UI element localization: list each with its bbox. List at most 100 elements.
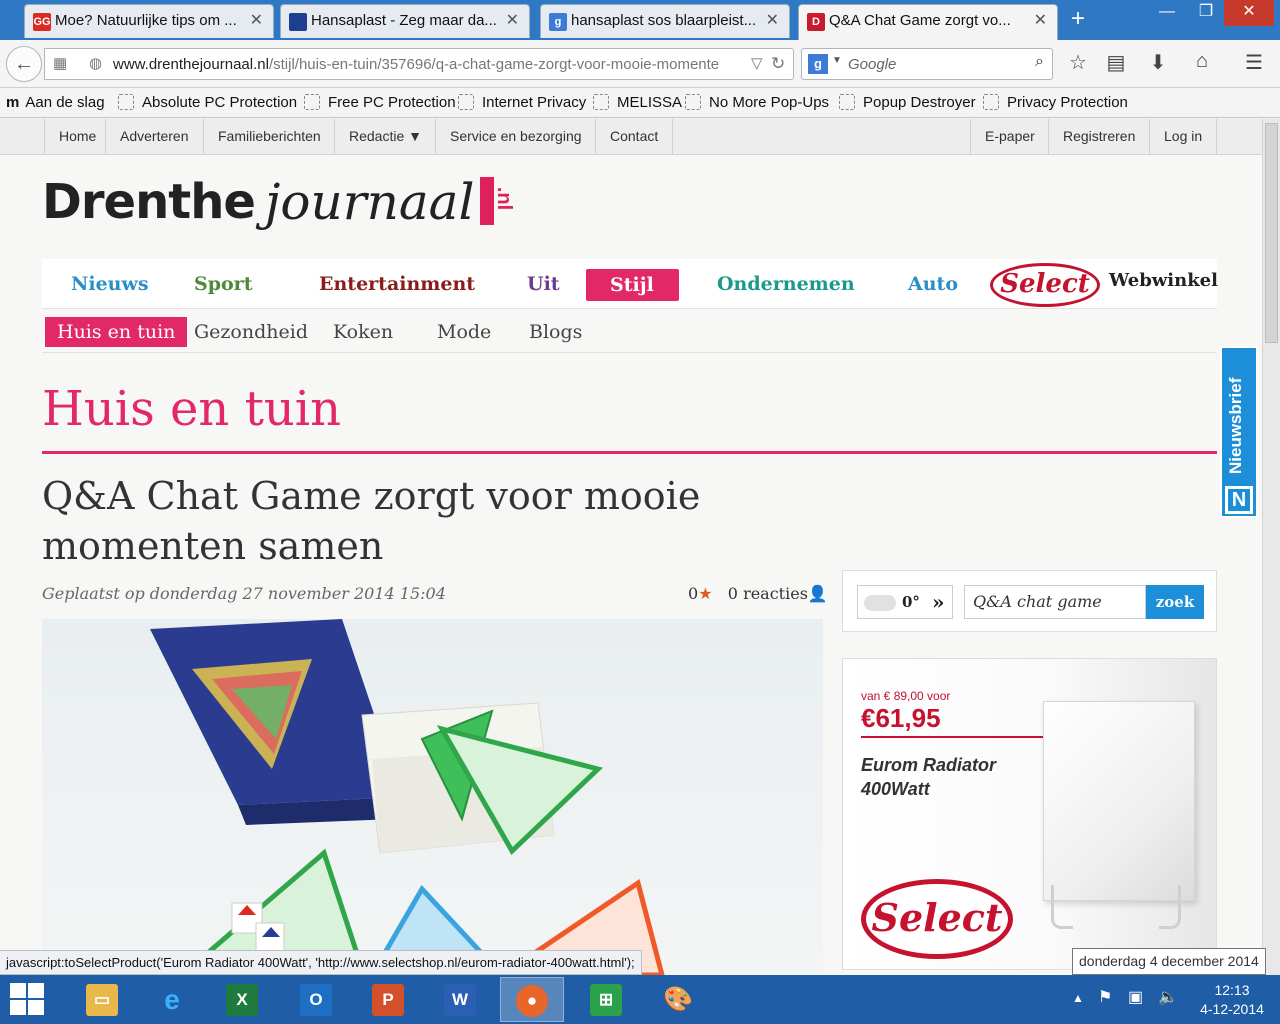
tab-moe[interactable]: GG Moe? Natuurlijke tips om ... ✕ — [24, 4, 274, 38]
nav-sport[interactable]: Sport — [194, 259, 252, 309]
nav-entertainment[interactable]: Entertainment — [319, 259, 475, 309]
back-arrow-icon[interactable]: ← — [6, 46, 42, 82]
url-text[interactable]: www.drenthejournaal.nl/stijl/huis-en-tui… — [113, 56, 719, 73]
subnav-koken[interactable]: Koken — [333, 317, 393, 347]
nav-uit[interactable]: Uit — [527, 259, 560, 309]
tab-google-search[interactable]: g hansaplast sos blaarpleist... ✕ — [540, 4, 790, 38]
close-window-icon[interactable]: ✕ — [1224, 0, 1274, 26]
close-tab-icon[interactable]: ✕ — [766, 5, 779, 37]
downloads-icon[interactable]: ⬇ — [1144, 50, 1172, 75]
bookmark-item[interactable]: Internet Privacy — [458, 94, 586, 111]
close-tab-icon[interactable]: ✕ — [1034, 5, 1047, 37]
taskbar-clock[interactable]: 12:13 4-12-2014 — [1188, 981, 1276, 1019]
taskbar-file-explorer[interactable]: ▭ — [70, 977, 134, 1022]
taskbar-firefox-active[interactable]: ● — [500, 977, 564, 1022]
minimize-icon[interactable]: — — [1146, 0, 1188, 26]
webwinkel-link[interactable]: Webwinkel — [1109, 265, 1218, 297]
maximize-icon[interactable]: ❐ — [1188, 0, 1224, 26]
nav-ondernemen[interactable]: Ondernemen — [717, 259, 855, 309]
tray-flag-icon[interactable]: ⚑ — [1098, 987, 1112, 1007]
ad-price: €61,95 — [861, 703, 941, 733]
taskbar-internet-explorer[interactable]: e — [140, 977, 204, 1022]
bookmark-item[interactable]: Popup Destroyer — [839, 94, 976, 111]
reading-list-icon[interactable]: ▤ — [1102, 50, 1130, 75]
select-webshop-logo[interactable]: Select — [990, 263, 1100, 307]
page-scrollbar[interactable] — [1262, 119, 1280, 975]
scrollbar-thumb[interactable] — [1265, 123, 1278, 343]
date-tooltip: donderdag 4 december 2014 — [1072, 948, 1266, 975]
bookmark-item[interactable]: MELISSA — [593, 94, 682, 111]
url-dropdown-icon[interactable]: ▽ — [751, 54, 763, 72]
star-icon[interactable]: ★ — [698, 584, 712, 603]
topnav-epaper[interactable]: E-paper — [970, 119, 1049, 154]
bookmark-item[interactable]: Free PC Protection — [304, 94, 456, 111]
address-bar[interactable]: ▦ ◍ www.drenthejournaal.nl/stijl/huis-en… — [44, 48, 794, 80]
taskbar-excel[interactable]: X — [210, 977, 274, 1022]
subnav-gezondheid[interactable]: Gezondheid — [194, 317, 308, 347]
search-button[interactable]: zoek — [1146, 585, 1204, 619]
word-icon: W — [444, 984, 476, 1016]
drenthejournaal-favicon-icon: D — [807, 13, 825, 31]
menu-icon[interactable]: ☰ — [1240, 50, 1268, 75]
subnav-blogs[interactable]: Blogs — [529, 317, 582, 347]
topnav-login[interactable]: Log in — [1149, 119, 1218, 154]
radiator-panel-image — [1043, 701, 1195, 901]
weather-search-widget: 0° » Q&A chat game zoek — [842, 570, 1217, 632]
tray-volume-icon[interactable]: 🔈 — [1158, 987, 1178, 1007]
ad-old-price: van € 89,00 voor — [861, 689, 951, 703]
reload-icon[interactable]: ↻ — [771, 54, 785, 74]
taskbar-powerpoint[interactable]: P — [356, 977, 420, 1022]
subnav-mode[interactable]: Mode — [437, 317, 491, 347]
radiator-advertisement[interactable]: van € 89,00 voor €61,95 Eurom Radiator 4… — [842, 658, 1217, 970]
bookmark-item[interactable]: Absolute PC Protection — [118, 94, 297, 111]
google-favicon-icon: g — [549, 13, 567, 31]
topnav-registreren[interactable]: Registreren — [1048, 119, 1149, 154]
google-engine-icon[interactable]: g — [808, 54, 828, 74]
topnav-contact[interactable]: Contact — [595, 119, 674, 154]
rating-count: 0 — [688, 584, 699, 603]
tray-network-icon[interactable]: ▣ — [1128, 987, 1143, 1007]
search-bar[interactable]: g ▼ Google ⌕ — [801, 48, 1053, 80]
taskbar-store[interactable]: ⊞ — [574, 977, 638, 1022]
bookmark-page-icon — [839, 94, 855, 110]
mozilla-m-icon: m — [6, 94, 20, 111]
newsletter-side-tab[interactable]: Nieuwsbrief N — [1220, 346, 1258, 518]
comments-count[interactable]: 0 reacties — [728, 584, 808, 603]
site-top-nav: Home Adverteren Familieberichten Redacti… — [0, 119, 1262, 155]
nav-auto[interactable]: Auto — [908, 259, 958, 309]
taskbar-word[interactable]: W — [428, 977, 492, 1022]
taskbar-outlook[interactable]: O — [284, 977, 348, 1022]
topnav-service[interactable]: Service en bezorging — [435, 119, 596, 154]
tab-drenthejournaal-active[interactable]: D Q&A Chat Game zorgt vo... ✕ — [798, 4, 1058, 40]
bookmark-item[interactable]: No More Pop-Ups — [685, 94, 829, 111]
site-search-input[interactable]: Q&A chat game — [964, 585, 1146, 619]
topnav-home[interactable]: Home — [44, 119, 110, 154]
subnav-huis-en-tuin-active[interactable]: Huis en tuin — [45, 317, 188, 347]
firefox-icon: ● — [516, 985, 548, 1017]
new-tab-icon[interactable]: + — [1066, 6, 1090, 34]
bookmark-star-icon[interactable]: ☆ — [1064, 50, 1092, 75]
close-tab-icon[interactable]: ✕ — [250, 5, 263, 37]
tab-title: hansaplast sos blaarpleist... — [571, 12, 757, 29]
engine-dropdown-icon[interactable]: ▼ — [832, 55, 842, 66]
search-icon[interactable]: ⌕ — [1035, 53, 1044, 71]
topnav-redactie[interactable]: Redactie ▼ — [334, 119, 436, 154]
nav-nieuws[interactable]: Nieuws — [71, 259, 149, 309]
page-info-icon[interactable]: ▦ — [53, 54, 67, 72]
bookmark-page-icon — [458, 94, 474, 110]
weather-button[interactable]: 0° » — [857, 585, 953, 619]
tray-chevron-up-icon[interactable]: ▲ — [1072, 991, 1084, 1005]
bookmark-item[interactable]: Privacy Protection — [983, 94, 1128, 111]
close-tab-icon[interactable]: ✕ — [506, 5, 519, 37]
bookmark-aan-de-slag[interactable]: m Aan de slag — [6, 94, 105, 111]
taskbar-paint[interactable]: 🎨 — [646, 977, 710, 1022]
game-box-illustration — [150, 619, 665, 975]
topnav-familieberichten[interactable]: Familieberichten — [203, 119, 335, 154]
tab-hansaplast[interactable]: Hansaplast - Zeg maar da... ✕ — [280, 4, 530, 38]
nav-stijl-active[interactable]: Stijl — [586, 269, 679, 301]
site-logo[interactable]: Drenthe journaal .nl — [42, 167, 516, 247]
article-date: Geplaatst op donderdag 27 november 2014 … — [42, 584, 446, 603]
home-icon[interactable]: ⌂ — [1188, 50, 1216, 73]
topnav-adverteren[interactable]: Adverteren — [105, 119, 202, 154]
windows-start-icon[interactable] — [10, 983, 46, 1017]
